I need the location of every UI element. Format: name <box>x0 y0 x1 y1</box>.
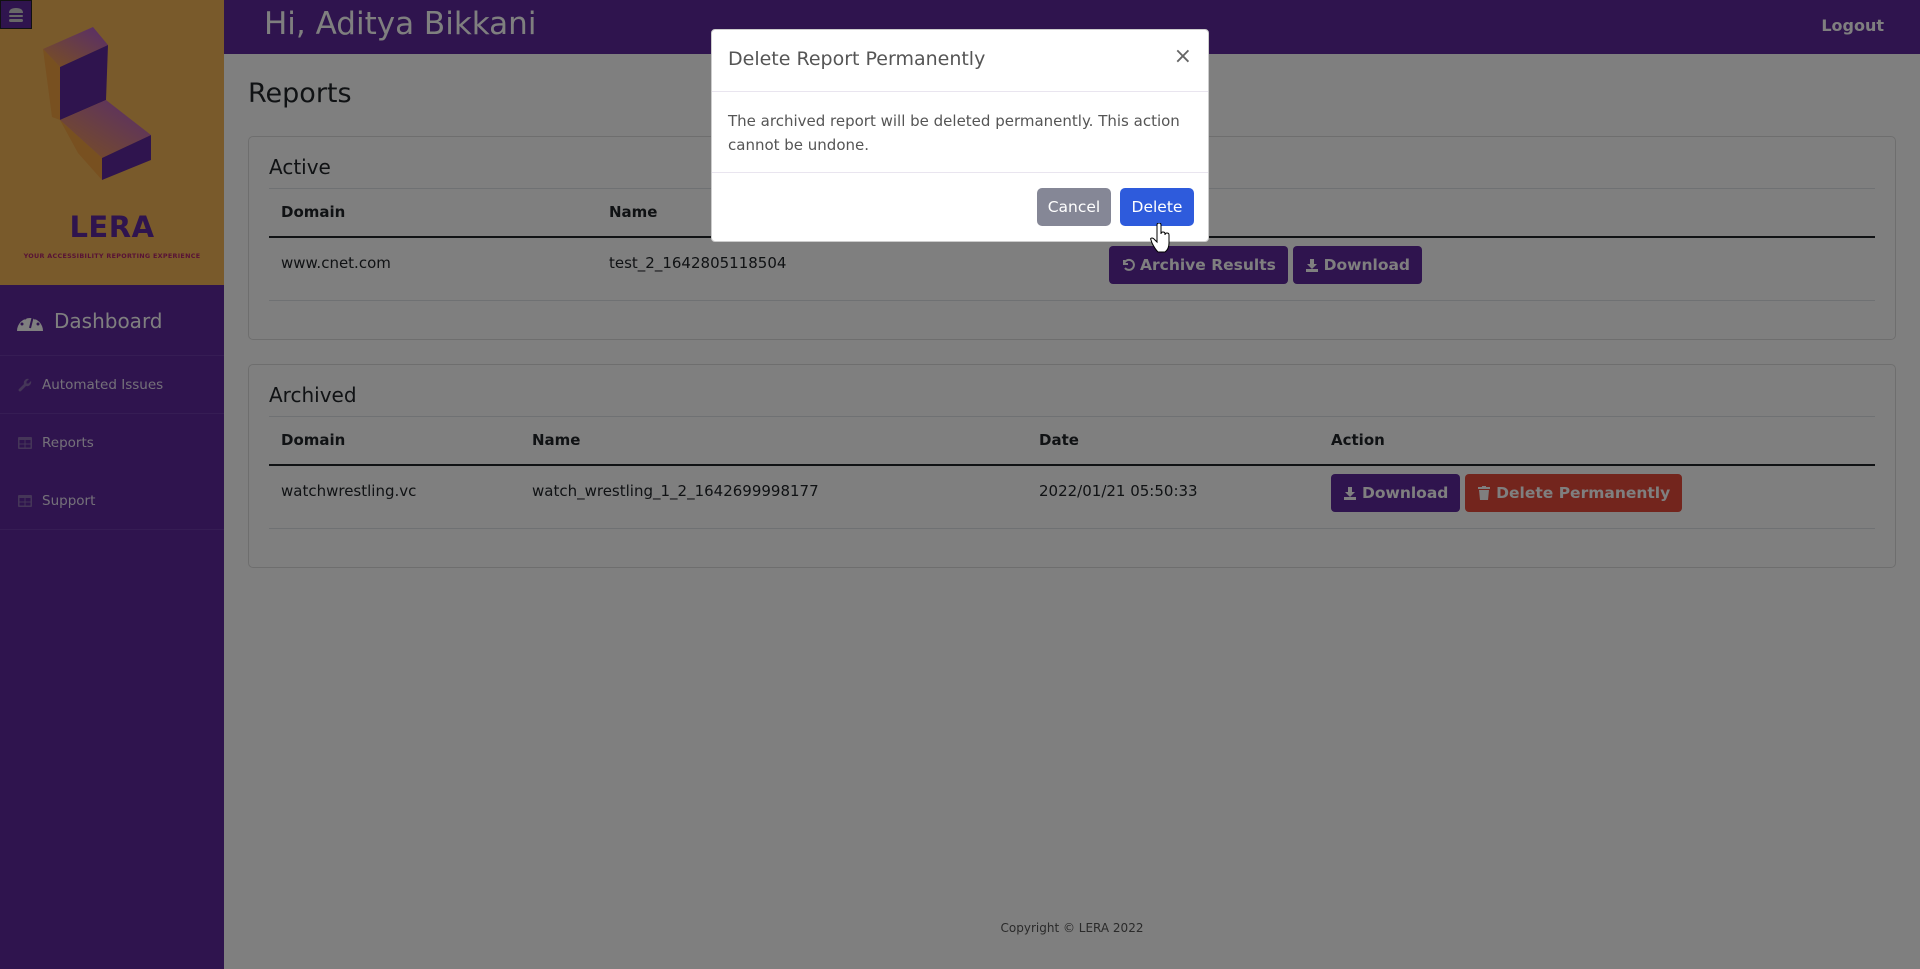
hand-cursor-icon <box>1150 223 1170 253</box>
modal-body: The archived report will be deleted perm… <box>712 92 1208 173</box>
modal-title: Delete Report Permanently <box>728 48 986 70</box>
delete-report-modal: Delete Report Permanently × The archived… <box>711 29 1209 242</box>
cancel-button[interactable]: Cancel <box>1037 188 1111 226</box>
modal-header: Delete Report Permanently × <box>712 30 1208 92</box>
confirm-delete-button[interactable]: Delete <box>1120 188 1194 226</box>
modal-footer: Cancel Delete <box>712 173 1208 241</box>
close-icon[interactable]: × <box>1174 46 1192 68</box>
